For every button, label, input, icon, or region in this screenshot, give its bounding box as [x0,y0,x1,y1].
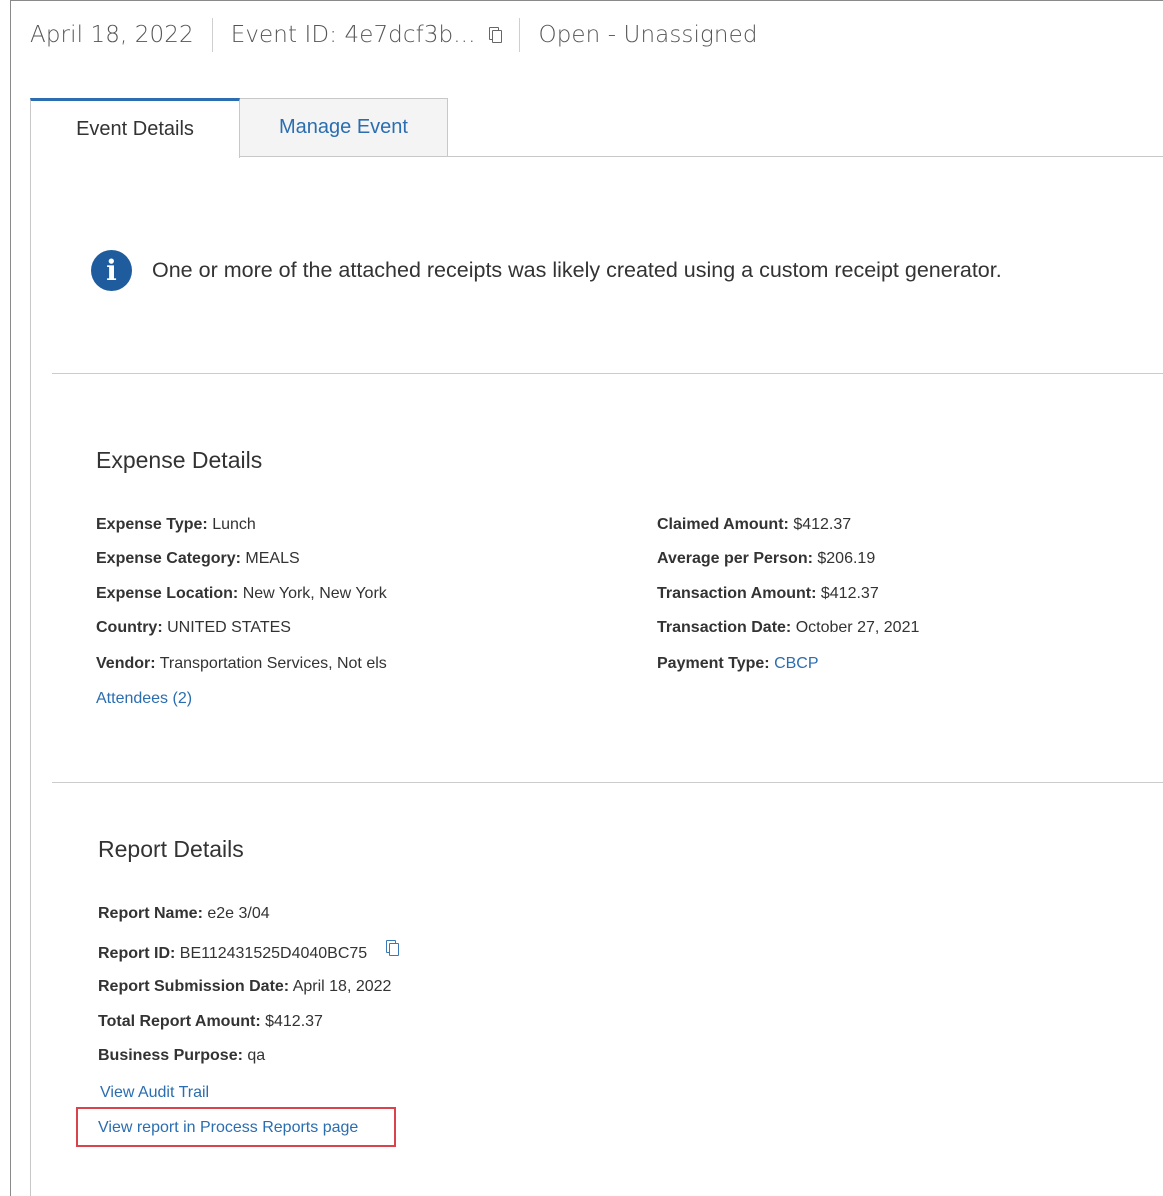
tab-event-details[interactable]: Event Details [30,98,240,158]
highlight-box [76,1107,396,1147]
business-purpose-row: Business Purpose: qa [98,1047,266,1064]
tab-underline [240,156,1163,157]
average-per-person-row: Average per Person: $206.19 [657,550,876,567]
copy-icon[interactable] [385,940,399,956]
transaction-amount-row: Transaction Amount: $412.37 [657,585,879,602]
header-divider [211,18,213,52]
view-audit-trail-link[interactable]: View Audit Trail [100,1084,209,1102]
expense-type-row: Expense Type: Lunch [96,516,256,533]
info-banner-text: One or more of the attached receipts was… [152,258,1002,282]
total-report-amount-row: Total Report Amount: $412.37 [98,1013,323,1030]
event-date: April 18, 2022 [30,22,194,48]
tab-manage-event[interactable]: Manage Event [240,98,448,156]
section-divider [52,373,1163,374]
report-submission-date-row: Report Submission Date: April 18, 2022 [98,978,392,995]
expense-category-row: Expense Category: MEALS [96,550,300,567]
copy-icon[interactable] [489,27,503,43]
info-banner: i One or more of the attached receipts w… [91,250,1002,291]
expense-location-row: Expense Location: New York, New York [96,585,387,602]
event-id: Event ID: 4e7dcf3b... [230,22,476,48]
section-divider [52,782,1163,783]
attendees-link[interactable]: Attendees (2) [96,690,192,708]
vendor-row: Vendor: Transportation Services, Not els [96,655,387,672]
report-name-row: Report Name: e2e 3/04 [98,905,270,922]
payment-type-link[interactable]: CBCP [774,655,818,672]
panel-border [30,157,31,1196]
payment-type-row: Payment Type: CBCP [657,655,819,672]
report-id-row: Report ID: BE112431525D4040BC75 [98,940,399,963]
header-divider [519,18,521,52]
expense-details-title: Expense Details [96,447,263,473]
tab-bar: Event Details Manage Event [30,98,1163,158]
info-icon: i [91,250,132,291]
report-details-title: Report Details [98,836,244,862]
claimed-amount-row: Claimed Amount: $412.37 [657,516,852,533]
event-header: April 18, 2022 Event ID: 4e7dcf3b... Ope… [30,18,758,52]
event-status: Open - Unassigned [538,22,758,48]
country-row: Country: UNITED STATES [96,619,291,636]
transaction-date-row: Transaction Date: October 27, 2021 [657,619,920,636]
